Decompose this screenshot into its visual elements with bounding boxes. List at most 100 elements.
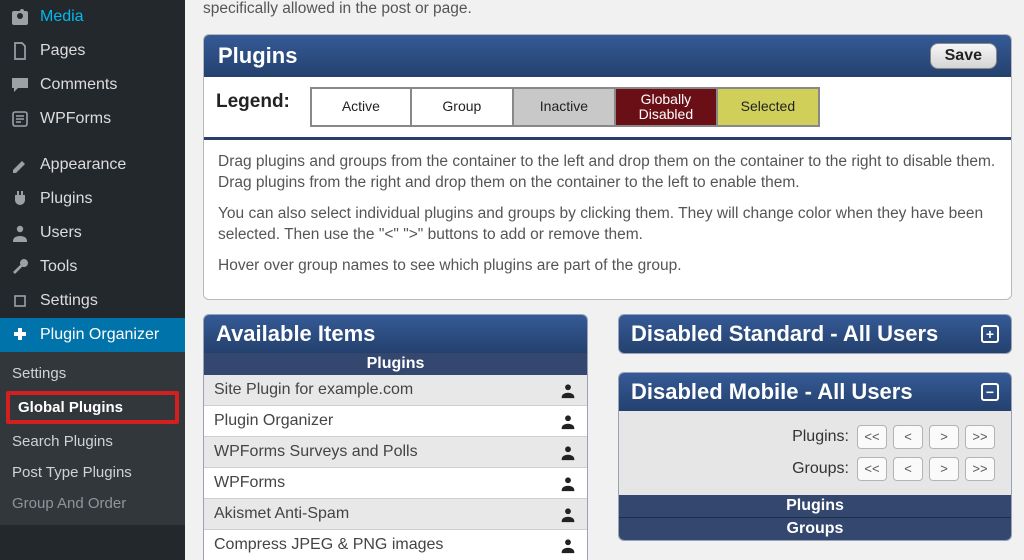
instructions: Drag plugins and groups from the contain… [204,140,1011,299]
disabled-mobile-plugins-subheader: Plugins [619,495,1011,517]
user-role-icon[interactable] [559,443,577,461]
nav-tools[interactable]: Tools [0,250,185,284]
disabled-standard-block: Disabled Standard - All Users + [618,314,1012,354]
groups-move-right-button[interactable]: > [929,457,959,481]
settings-icon [10,291,30,311]
legend-inactive: Inactive [514,87,616,127]
nav-appearance[interactable]: Appearance [0,148,185,182]
available-plugins-subheader: Plugins [204,353,587,375]
instructions-p1: Drag plugins and groups from the contain… [218,152,997,194]
submenu-search-plugins[interactable]: Search Plugins [0,426,185,457]
plugin-name: Site Plugin for example.com [214,381,413,399]
groups-control-row: Groups: << < > >> [635,453,995,485]
nav-label: Media [40,8,84,26]
save-button[interactable]: Save [930,43,997,69]
available-plugins-list[interactable]: Site Plugin for example.com Plugin Organi… [204,375,587,560]
legend-group: Group [412,87,514,127]
legend-active: Active [310,87,412,127]
disabled-standard-title: Disabled Standard - All Users [631,321,938,347]
nav-label: Appearance [40,156,126,174]
available-items-header: Available Items [204,315,587,353]
nav-comments[interactable]: Comments [0,68,185,102]
submenu-settings[interactable]: Settings [0,358,185,389]
plugin-row[interactable]: Site Plugin for example.com [204,375,587,406]
collapse-icon[interactable]: − [981,383,999,401]
nav-label: Plugins [40,190,92,208]
user-role-icon[interactable] [559,505,577,523]
nav-settings[interactable]: Settings [0,284,185,318]
tools-icon [10,257,30,277]
legend-label: Legend: [216,87,310,113]
nav-label: Users [40,224,82,242]
user-role-icon[interactable] [559,536,577,554]
disabled-mobile-header[interactable]: Disabled Mobile - All Users − [619,373,1011,411]
plugins-move-all-right-button[interactable]: >> [965,425,995,449]
submenu-post-type-plugins[interactable]: Post Type Plugins [0,457,185,488]
legend-boxes: Active Group Inactive Globally Disabled … [310,87,820,127]
nav-label: WPForms [40,110,111,128]
plugin-name: Akismet Anti-Spam [214,505,349,523]
pages-icon [10,41,30,61]
users-icon [10,223,30,243]
plugins-move-left-button[interactable]: < [893,425,923,449]
instructions-p3: Hover over group names to see which plug… [218,256,997,277]
user-role-icon[interactable] [559,474,577,492]
plugin-name: WPForms [214,474,285,492]
truncated-text-top: specifically allowed in the post or page… [203,0,1012,34]
panel-title: Plugins [218,43,297,69]
plugins-control-row: Plugins: << < > >> [635,421,995,453]
plugins-panel-header: Plugins Save [204,35,1011,77]
legend-selected: Selected [718,87,820,127]
nav-label: Tools [40,258,77,276]
submenu-group-and-order[interactable]: Group And Order [0,488,185,519]
disabled-mobile-groups-subheader: Groups [619,517,1011,540]
legend-row: Legend: Active Group Inactive Globally D… [204,77,1011,140]
legend-globally-disabled: Globally Disabled [616,87,718,127]
disabled-mobile-block: Disabled Mobile - All Users − Plugins: <… [618,372,1012,541]
nav-label: Plugin Organizer [40,326,159,344]
available-items-block: Available Items Plugins Site Plugin for … [203,314,588,560]
expand-icon[interactable]: + [981,325,999,343]
disabled-standard-header[interactable]: Disabled Standard - All Users + [619,315,1011,353]
groups-move-left-button[interactable]: < [893,457,923,481]
available-items-title: Available Items [216,321,375,347]
plugin-name: Compress JPEG & PNG images [214,536,443,554]
plugins-icon [10,189,30,209]
plugins-move-right-button[interactable]: > [929,425,959,449]
groups-move-all-right-button[interactable]: >> [965,457,995,481]
plugins-ctrl-label: Plugins: [792,428,849,446]
plugin-row[interactable]: Akismet Anti-Spam [204,499,587,530]
nav-label: Pages [40,42,85,60]
submenu-global-plugins[interactable]: Global Plugins [18,399,167,416]
user-role-icon[interactable] [559,381,577,399]
plugin-row[interactable]: Plugin Organizer [204,406,587,437]
plugin-organizer-submenu: Settings Global Plugins Search Plugins P… [0,352,185,525]
plugins-panel: Plugins Save Legend: Active Group Inacti… [203,34,1012,300]
instructions-p2: You can also select individual plugins a… [218,204,997,246]
nav-wpforms[interactable]: WPForms [0,102,185,136]
plugin-row[interactable]: Compress JPEG & PNG images [204,530,587,560]
admin-sidebar: Media Pages Comments WPForms Appearance … [0,0,185,560]
nav-plugin-organizer[interactable]: Plugin Organizer [0,318,185,352]
nav-pages[interactable]: Pages [0,34,185,68]
plugin-row[interactable]: WPForms [204,468,587,499]
nav-label: Settings [40,292,98,310]
appearance-icon [10,155,30,175]
plugin-name: Plugin Organizer [214,412,333,430]
submenu-global-plugins-highlight: Global Plugins [6,391,179,424]
nav-plugins[interactable]: Plugins [0,182,185,216]
groups-move-all-left-button[interactable]: << [857,457,887,481]
nav-users[interactable]: Users [0,216,185,250]
plugins-move-all-left-button[interactable]: << [857,425,887,449]
plugin-organizer-icon [10,325,30,345]
user-role-icon[interactable] [559,412,577,430]
nav-media[interactable]: Media [0,0,185,34]
plugin-name: WPForms Surveys and Polls [214,443,418,461]
groups-ctrl-label: Groups: [792,460,849,478]
disabled-mobile-body: Plugins: << < > >> Groups: << < [619,411,1011,495]
disabled-mobile-title: Disabled Mobile - All Users [631,379,913,405]
plugin-row[interactable]: WPForms Surveys and Polls [204,437,587,468]
main-content: specifically allowed in the post or page… [185,0,1024,560]
nav-label: Comments [40,76,117,94]
media-icon [10,7,30,27]
